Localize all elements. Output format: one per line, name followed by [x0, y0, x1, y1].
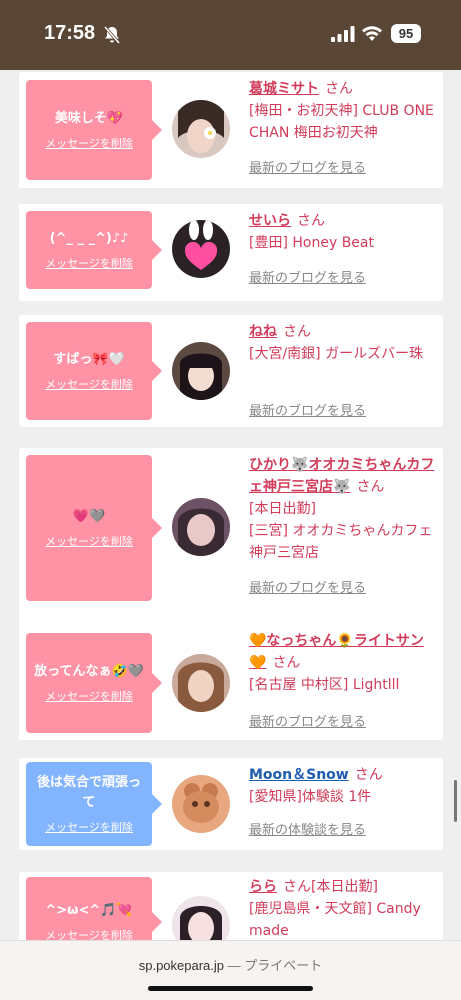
- home-indicator[interactable]: [148, 986, 313, 991]
- view-blog-link[interactable]: 最新のブログを見る: [249, 712, 366, 734]
- address-bar[interactable]: sp.pokepara.jp — プライベート: [0, 955, 461, 974]
- avatar[interactable]: [172, 220, 230, 278]
- url-text: sp.pokepara.jp: [138, 958, 225, 973]
- user-name-link[interactable]: Moon＆Snow: [249, 767, 349, 783]
- message-text: (^_ _ _^)♪♪: [49, 231, 129, 246]
- message-bubble: 💗🩶 メッセージを削除: [26, 455, 162, 601]
- message-bubble: (^_ _ _^)♪♪ メッセージを削除: [26, 211, 162, 289]
- battery-indicator: 95: [391, 24, 421, 43]
- delete-message-link[interactable]: メッセージを削除: [45, 135, 133, 151]
- url-separator: —: [224, 958, 245, 973]
- honorific: さん: [354, 767, 383, 783]
- avatar[interactable]: [172, 498, 230, 556]
- shop-location: [豊田] Honey Beat: [249, 235, 374, 251]
- message-text: 💗🩶: [72, 509, 106, 524]
- cast-name-link[interactable]: ねね: [249, 324, 277, 340]
- list-item: 後は気合で頑張って メッセージを削除 Moon＆Snow さん [愛知県]体験談 …: [19, 758, 443, 850]
- item-info: らら さん[本日出勤] [鹿児島県・天文館] Candy made: [249, 876, 437, 940]
- delete-message-link[interactable]: メッセージを削除: [45, 927, 133, 940]
- cellular-signal-icon: [331, 26, 355, 42]
- message-bubble: 美味しそ💖 メッセージを削除: [26, 80, 162, 180]
- item-info: 葛城ミサト さん [梅田・お初天神] CLUB ONE CHAN 梅田お初天神 最…: [249, 78, 437, 182]
- honorific: さん: [272, 655, 301, 671]
- shop-location: [三宮] オオカミちゃんカフェ神戸三宮店: [249, 523, 433, 561]
- cast-name-link[interactable]: ひかり🐺オオカミちゃんカフェ神戸三宮店🐺: [249, 457, 434, 495]
- avatar[interactable]: [172, 100, 230, 158]
- avatar[interactable]: [172, 775, 230, 833]
- message-text: 美味しそ💖: [54, 111, 124, 126]
- honorific: さん: [283, 879, 311, 895]
- item-info: 🧡なっちゃん🌻ライトサン🧡 さん [名古屋 中村区] Lightlll 最新のブロ…: [249, 630, 437, 736]
- cast-name-link[interactable]: 葛城ミサト: [249, 81, 319, 97]
- list-item: (^_ _ _^)♪♪ メッセージを削除 せいら さん [豊田] Honey Be…: [19, 204, 443, 301]
- message-text: すばっ🎀🤍: [53, 352, 125, 367]
- message-bubble: すばっ🎀🤍 メッセージを削除: [26, 322, 162, 420]
- browser-bottom-bar: sp.pokepara.jp — プライベート: [0, 940, 461, 1000]
- shop-location: [名古屋 中村区] Lightlll: [249, 677, 400, 693]
- message-text: ^>ω<^🎵💘: [45, 903, 133, 918]
- honorific: さん: [283, 324, 311, 340]
- cast-name-link[interactable]: らら: [249, 879, 277, 895]
- honorific: さん: [297, 213, 325, 229]
- message-text: 放ってんなぁ🤣🩶: [34, 664, 144, 679]
- work-status: [本日出勤]: [249, 501, 316, 517]
- status-bar: 17:58 95: [0, 0, 461, 70]
- work-status: [本日出勤]: [311, 879, 378, 895]
- delete-message-link[interactable]: メッセージを削除: [45, 688, 133, 704]
- avatar[interactable]: [172, 342, 230, 400]
- shop-location: [大宮/南銀] ガールズバー珠: [249, 346, 424, 362]
- delete-message-link[interactable]: メッセージを削除: [45, 533, 133, 549]
- item-info: ねね さん [大宮/南銀] ガールズバー珠 最新のブログを見る: [249, 321, 437, 421]
- message-bubble: 放ってんなぁ🤣🩶 メッセージを削除: [26, 633, 162, 733]
- delete-message-link[interactable]: メッセージを削除: [45, 255, 133, 271]
- item-info: Moon＆Snow さん [愛知県]体験談 1件 最新の体験談を見る: [249, 764, 437, 844]
- list-item: 放ってんなぁ🤣🩶 メッセージを削除 🧡なっちゃん🌻ライトサン🧡 さん [名古屋 中…: [19, 626, 443, 740]
- scroll-indicator[interactable]: [454, 780, 457, 822]
- delete-message-link[interactable]: メッセージを削除: [45, 819, 133, 835]
- mute-bell-icon: [103, 26, 121, 44]
- view-blog-link[interactable]: 最新のブログを見る: [249, 401, 366, 423]
- view-blog-link[interactable]: 最新のブログを見る: [249, 268, 366, 290]
- item-info: せいら さん [豊田] Honey Beat 最新のブログを見る: [249, 210, 437, 296]
- list-item: すばっ🎀🤍 メッセージを削除 ねね さん [大宮/南銀] ガールズバー珠 最新のブ…: [19, 315, 443, 427]
- status-time: 17:58: [44, 22, 96, 44]
- wifi-icon: [362, 26, 382, 41]
- honorific: さん: [325, 81, 353, 97]
- view-blog-link[interactable]: 最新のブログを見る: [249, 578, 366, 600]
- private-mode-label: プライベート: [244, 958, 323, 973]
- delete-message-link[interactable]: メッセージを削除: [45, 376, 133, 392]
- honorific: さん: [356, 479, 385, 495]
- shop-location: [鹿児島県・天文館] Candy made: [249, 901, 421, 939]
- cast-name-link[interactable]: せいら: [249, 213, 291, 229]
- message-bubble: ^>ω<^🎵💘 メッセージを削除: [26, 877, 162, 940]
- review-location: [愛知県]体験談 1件: [249, 789, 372, 805]
- view-reviews-link[interactable]: 最新の体験談を見る: [249, 820, 366, 842]
- message-list: 美味しそ💖 メッセージを削除 葛城ミサト さん [梅田・お初天神] CLUB ON…: [0, 70, 461, 940]
- avatar[interactable]: [172, 896, 230, 940]
- message-text: 後は気合で頑張って: [36, 775, 141, 810]
- shop-location: [梅田・お初天神] CLUB ONE CHAN 梅田お初天神: [249, 103, 434, 141]
- message-bubble: 後は気合で頑張って メッセージを削除: [26, 762, 162, 846]
- avatar[interactable]: [172, 654, 230, 712]
- list-item: 美味しそ💖 メッセージを削除 葛城ミサト さん [梅田・お初天神] CLUB ON…: [19, 72, 443, 188]
- list-item: ^>ω<^🎵💘 メッセージを削除 らら さん[本日出勤] [鹿児島県・天文館] C…: [19, 872, 443, 940]
- view-blog-link[interactable]: 最新のブログを見る: [249, 158, 366, 180]
